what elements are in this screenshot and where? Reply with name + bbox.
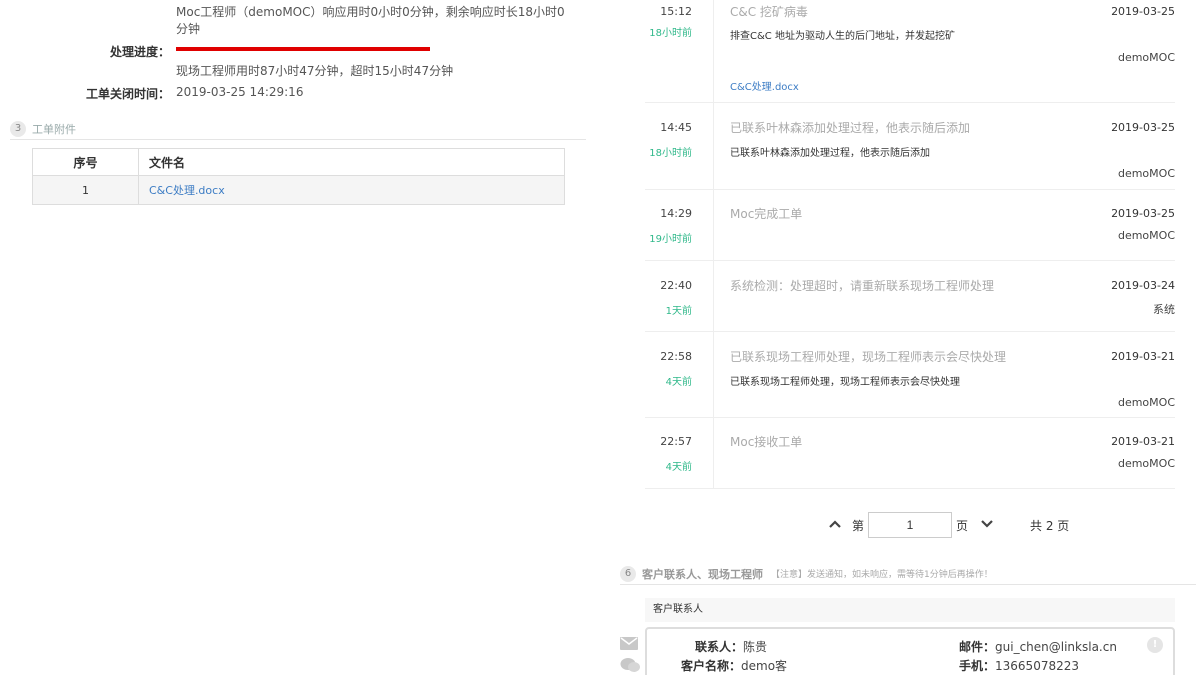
timeline-time: 14:29 [660,207,692,220]
timeline-item: 22:57 4天前 Moc接收工单 2019-03-21 demoMOC [645,418,1175,489]
timeline-time: 22:57 [660,435,692,448]
timeline-title: 系统检测：处理超时，请重新联系现场工程师处理 [730,279,995,293]
timeline-ago: 18小时前 [649,148,692,159]
timeline-date: 2019-03-25 [1111,121,1175,134]
progress-label: 处理进度： [109,45,170,59]
progress-bar [176,47,430,51]
email-value: gui_chen@linksla.cn [995,640,1117,654]
timeline-date: 2019-03-21 [1111,435,1175,448]
timeline-ago: 18小时前 [649,28,692,39]
ticket-detail-panel: Moc工程师（demoMOC）响应用时0小时0分钟，剩余响应时长18小时0分钟 … [0,0,600,675]
timeline-user: demoMOC [1117,167,1175,180]
timeline-item: 22:40 1天前 系统检测：处理超时，请重新联系现场工程师处理 2019-03… [645,261,1175,332]
attachment-link[interactable]: C&C处理.docx [149,184,225,197]
timeline-panel: 15:12 18小时前 C&C 挖矿病毒 排查C&C 地址为驱动人生的后门地址，… [600,0,1200,675]
timeline-item: 22:58 4天前 已联系现场工程师处理，现场工程师表示会尽快处理 已联系现场工… [645,332,1175,418]
mail-icon[interactable] [620,637,638,651]
timeline-user: demoMOC [1117,457,1175,470]
timeline-item: 15:12 18小时前 C&C 挖矿病毒 排查C&C 地址为驱动人生的后门地址，… [645,0,1175,103]
timeline-title: Moc接收工单 [730,435,803,449]
response-time-text: Moc工程师（demoMOC）响应用时0小时0分钟，剩余响应时长18小时0分钟 [176,5,565,36]
timeline-ago: 4天前 [665,462,692,473]
phone-label: 手机： [959,659,996,673]
timeline-time: 14:45 [660,121,692,134]
engineer-time-text: 现场工程师用时87小时47分钟，超时15小时47分钟 [176,64,454,78]
timeline-date: 2019-03-21 [1111,350,1175,363]
close-time-label: 工单关闭时间： [85,87,170,101]
attachments-section-header: 3 工单附件 [10,118,586,140]
contact-value: 陈贵 [742,640,767,654]
section-title: 工单附件 [32,122,76,136]
customer-label: 客户名称： [681,659,742,673]
timeline-date: 2019-03-25 [1111,5,1175,18]
chevron-down-icon[interactable] [980,518,994,533]
timeline-attachment-link[interactable]: C&C处理.docx [730,78,799,93]
email-label: 邮件： [959,640,996,654]
timeline-title: 已联系叶林森添加处理过程，他表示随后添加 [730,121,971,135]
contact-label: 联系人： [694,640,743,654]
timeline-ago: 1天前 [665,306,692,317]
timeline-title: Moc完成工单 [730,207,803,221]
timeline-user: demoMOC [1117,229,1175,242]
customer-contact-subheader: 客户联系人 [645,598,1175,622]
table-header-row: 序号 文件名 [32,148,565,176]
phone-value: 13665078223 [995,659,1079,673]
timeline-ago: 19小时前 [649,234,692,245]
row-index: 1 [32,175,139,205]
timeline-desc: 已联系叶林森添加处理过程，他表示随后添加 [730,148,930,159]
section-note: 【注意】发送通知，如未响应，需等待1分钟后再操作！ [771,570,993,580]
timeline-title: C&C 挖矿病毒 [730,5,808,19]
timeline-date: 2019-03-25 [1111,207,1175,220]
contacts-section-header: 6 客户联系人、现场工程师 【注意】发送通知，如未响应，需等待1分钟后再操作！ [620,563,1196,585]
timeline-item: 14:45 18小时前 已联系叶林森添加处理过程，他表示随后添加 已联系叶林森添… [645,103,1175,190]
col-filename-header: 文件名 [138,148,565,176]
timeline-user: demoMOC [1117,51,1175,64]
timeline-user: 系统 [1153,303,1175,316]
col-index-header: 序号 [32,148,139,176]
chevron-up-icon[interactable] [828,518,842,533]
page-total: 共 2 页 [1030,518,1070,533]
wechat-icon[interactable] [620,657,640,672]
timeline-ago: 4天前 [665,377,692,388]
timeline-time: 15:12 [660,5,692,18]
timeline-desc: 排查C&C 地址为驱动人生的后门地址，并发起挖矿 [730,31,955,42]
timeline-user: demoMOC [1117,396,1175,409]
timeline-date: 2019-03-24 [1111,279,1175,292]
section-title: 客户联系人、现场工程师 [642,567,763,581]
section-number: 6 [620,565,636,582]
timeline-time: 22:40 [660,279,692,292]
table-row: 1 C&C处理.docx [32,175,565,205]
page-number-input[interactable] [868,512,953,538]
attachments-table: 序号 文件名 1 C&C处理.docx [32,148,565,205]
customer-contact-card: 联系人：陈贵 客户名称：demo客户 邮件：gui_chen@linksla.c… [645,627,1175,675]
timeline-item: 14:29 19小时前 Moc完成工单 2019-03-25 demoMOC [645,190,1175,261]
page-suffix: 页 [956,518,969,533]
info-icon[interactable]: ! [1147,637,1163,653]
page-prefix: 第 [852,518,865,533]
timeline-desc: 已联系现场工程师处理，现场工程师表示会尽快处理 [730,377,960,388]
section-number: 3 [10,120,26,137]
close-time-value: 2019-03-25 14:29:16 [176,85,304,99]
timeline-title: 已联系现场工程师处理，现场工程师表示会尽快处理 [730,350,1007,364]
pagination: 第 页 共 2 页 [828,512,1069,538]
timeline-time: 22:58 [660,350,692,363]
